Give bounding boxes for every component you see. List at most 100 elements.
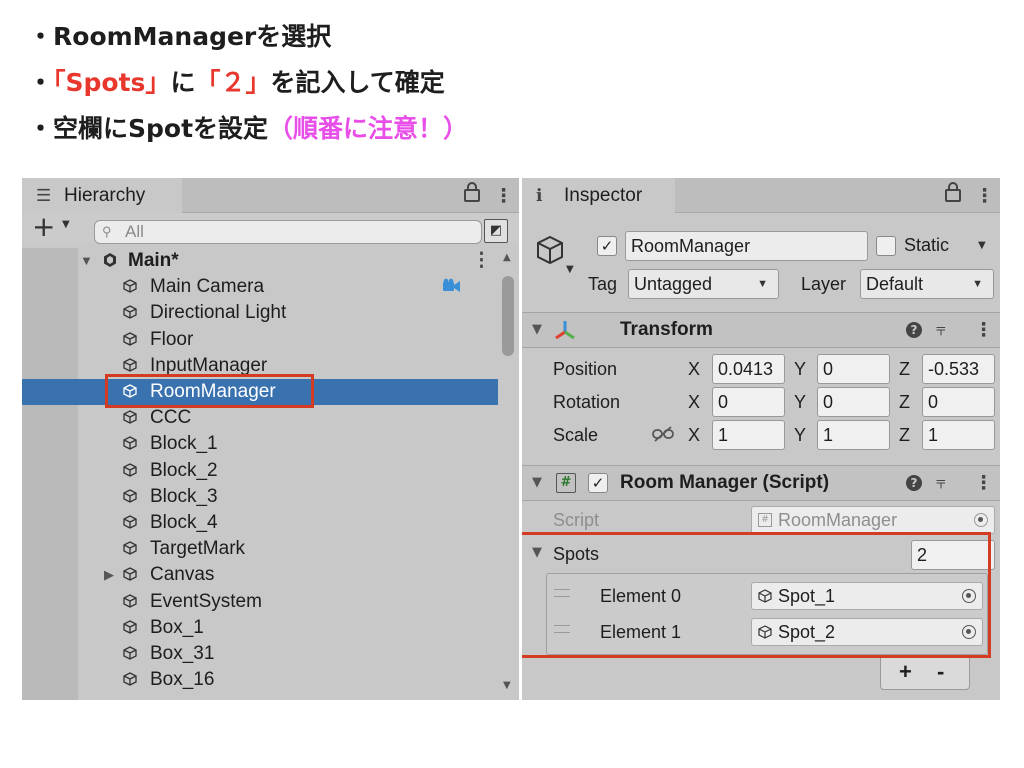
hierarchy-item-label: Block_3 [150,485,218,507]
gameobject-cube-icon [123,279,137,293]
hierarchy-item-box-1[interactable]: Box_1 [22,615,498,641]
instruction-line-1: ・RoomManagerを選択 [28,22,332,51]
hierarchy-item-label: Block_2 [150,459,218,481]
kebab-menu-icon[interactable]: ⋮ [494,181,513,211]
gameobject-cube-icon [123,593,137,608]
hierarchy-item-block-4[interactable]: Block_4 [22,510,498,536]
spots-highlight-box [522,532,991,658]
scale-label: Scale [553,425,599,445]
script-hash-icon: # [758,513,772,527]
gameobject-cube-icon [537,235,563,265]
rotation-x-label: X [688,392,701,412]
transform-axes-icon [555,321,575,340]
scale-y-field[interactable]: 1 [817,420,890,450]
chevron-down-icon[interactable]: ▼ [62,219,70,230]
scroll-down-icon[interactable]: ▼ [503,680,511,691]
hierarchy-item-eventsystem[interactable]: EventSystem [22,589,498,615]
rotation-label: Rotation [553,392,621,412]
hierarchy-item-label: Floor [150,328,194,350]
hierarchy-item-main-camera[interactable]: Main Camera [22,274,498,300]
hierarchy-scrollbar[interactable]: ▲ ▼ [498,248,519,700]
position-x-field[interactable]: 0.0413 [712,354,785,384]
kebab-menu-icon[interactable]: ⋮ [975,181,994,211]
help-icon[interactable]: ? [906,322,922,338]
scene-visibility-icon[interactable]: ◩ [484,219,508,243]
instruction-line-2: ・「Spots」に「２」を記入して確定 [28,68,445,97]
kebab-menu-icon[interactable]: ⋮ [974,313,993,347]
foldout-expanded-icon[interactable]: ▼ [532,313,542,347]
position-x-label: X [688,359,701,379]
icon-dropdown-chevron-icon[interactable]: ▼ [566,264,574,275]
hierarchy-item-ccc[interactable]: CCC [22,405,498,431]
lock-icon[interactable] [945,182,961,202]
chevron-down-icon: ▼ [972,278,983,290]
hierarchy-item-directional-light[interactable]: Directional Light [22,300,498,326]
hierarchy-item-box-16[interactable]: Box_16 [22,667,498,693]
camera-gizmo-icon[interactable] [442,278,462,294]
hierarchy-item-canvas[interactable]: ▶ Canvas [22,562,498,588]
hierarchy-item-block-3[interactable]: Block_3 [22,484,498,510]
foldout-expanded-icon[interactable]: ▼ [80,248,93,274]
rotation-x-field[interactable]: 0 [712,387,785,417]
tab-inspector[interactable]: ℹ Inspector [522,178,675,213]
hierarchy-item-targetmark[interactable]: TargetMark [22,536,498,562]
hierarchy-item-floor[interactable]: Floor [22,327,498,353]
scale-z-label: Z [899,425,910,445]
scrollbar-thumb[interactable] [502,276,514,356]
hierarchy-item-block-2[interactable]: Block_2 [22,458,498,484]
hierarchy-search-input[interactable]: ⚲ All [94,220,482,244]
static-label: Static [904,235,950,255]
create-plus-icon[interactable]: + [32,213,55,241]
hierarchy-item-label: Directional Light [150,302,287,324]
position-z-field[interactable]: -0.533 [922,354,995,384]
room-manager-script-header[interactable]: ▼ # ✓ Room Manager (Script) ? ⫧ ⋮ [522,465,1000,501]
scroll-up-icon[interactable]: ▲ [503,252,511,263]
transform-header[interactable]: ▼ Transform ? ⫧ ⋮ [522,312,1000,348]
scene-row[interactable]: ▼ Main* ⋮ [22,248,498,274]
hierarchy-item-label: EventSystem [150,590,262,612]
help-icon[interactable]: ? [906,475,922,491]
script-label: Script [553,510,600,530]
list-add-remove-footer: + - [880,656,970,690]
hierarchy-item-label: Block_1 [150,433,218,455]
lock-icon[interactable] [464,182,480,202]
scene-kebab-icon[interactable]: ⋮ [472,248,491,274]
gameobject-cube-icon [123,331,137,346]
rotation-y-field[interactable]: 0 [817,387,890,417]
static-checkbox[interactable] [876,236,896,256]
chevron-down-icon: ▼ [757,278,768,290]
unity-scene-icon [104,253,116,267]
position-label: Position [553,359,618,379]
search-icon: ⚲ [102,224,112,239]
layer-dropdown[interactable]: Default ▼ [860,269,994,299]
foldout-collapsed-icon[interactable]: ▶ [104,562,114,588]
inspector-panel: ℹ Inspector ⋮ ▼ ✓ RoomManager Static ▼ T… [522,178,1000,700]
presets-sliders-icon[interactable]: ⫧ [936,466,946,500]
tag-dropdown[interactable]: Untagged ▼ [628,269,779,299]
constrain-proportions-icon[interactable] [652,426,674,442]
scene-label: Main* [128,250,179,271]
remove-element-button[interactable]: - [937,657,944,687]
scale-y-label: Y [794,425,807,445]
active-checkbox[interactable]: ✓ [597,236,617,256]
object-picker-icon [974,513,988,527]
position-y-field[interactable]: 0 [817,354,890,384]
rotation-z-field[interactable]: 0 [922,387,995,417]
kebab-menu-icon[interactable]: ⋮ [974,466,993,500]
add-element-button[interactable]: + [899,657,912,687]
script-enabled-checkbox[interactable]: ✓ [588,473,608,493]
foldout-expanded-icon[interactable]: ▼ [532,466,542,500]
object-name-field[interactable]: RoomManager [625,231,868,261]
scale-x-field[interactable]: 1 [712,420,785,450]
gameobject-cube-icon [123,567,137,582]
tab-hierarchy[interactable]: ☰ Hierarchy [22,178,182,213]
hierarchy-item-box-31[interactable]: Box_31 [22,641,498,667]
hierarchy-item-block-1[interactable]: Block_1 [22,431,498,457]
position-z-label: Z [899,359,910,379]
static-dropdown-chevron-icon[interactable]: ▼ [978,240,986,251]
gameobject-cube-icon [123,410,137,424]
gameobject-cube-icon [123,515,137,529]
presets-sliders-icon[interactable]: ⫧ [936,313,946,347]
scale-z-field[interactable]: 1 [922,420,995,450]
tag-label: Tag [588,274,618,294]
